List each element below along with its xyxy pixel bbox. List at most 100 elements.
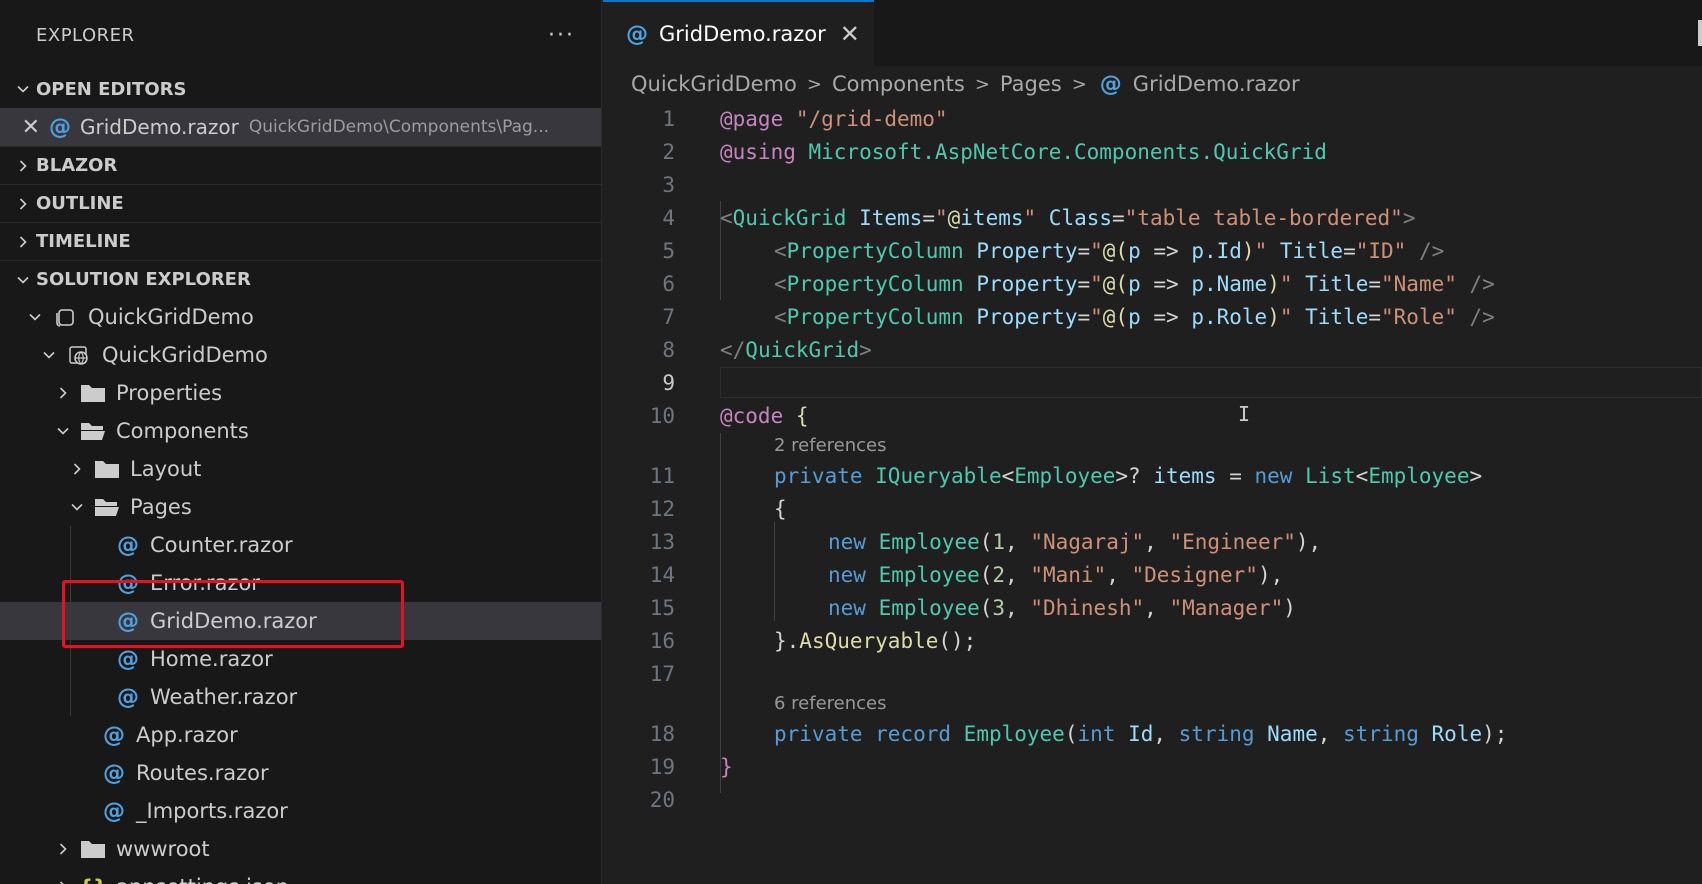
tab-griddemo[interactable]: @ GridDemo.razor ✕ (603, 0, 874, 66)
razor-file-icon: @ (1099, 71, 1122, 97)
tree-item-properties[interactable]: Properties (0, 374, 601, 412)
indent-guide (70, 526, 71, 564)
open-editor-path: QuickGridDemo\Components\Pag... (248, 117, 550, 137)
tree-item-home[interactable]: @ Home.razor (0, 640, 601, 678)
tab-label: GridDemo.razor (659, 22, 826, 46)
code-line: 2 @using Microsoft.AspNetCore.Components… (603, 135, 1702, 168)
chevron-right-icon (64, 461, 90, 477)
text-cursor-icon: I (1238, 402, 1251, 426)
code-line-current: 9 (603, 366, 1702, 399)
line-number: 16 (649, 628, 675, 653)
open-editor-filename: GridDemo.razor (80, 115, 239, 139)
folder-open-icon (76, 420, 110, 442)
code-line: 19 } (603, 750, 1702, 783)
section-outline-label: OUTLINE (36, 193, 124, 214)
tree-item-label: Layout (130, 457, 202, 481)
indent-guide (70, 678, 71, 716)
more-actions-icon[interactable]: ··· (548, 23, 575, 48)
tree-item-weather[interactable]: @ Weather.razor (0, 678, 601, 716)
chevron-down-icon (22, 309, 48, 325)
chevron-right-icon (50, 385, 76, 401)
code-line: 10 @code { (603, 399, 1702, 432)
split-editor-icon[interactable] (1698, 20, 1702, 46)
razor-file-icon: @ (49, 114, 71, 140)
code-editor[interactable]: 1 @page "/grid-demo" 2 @using Microsoft.… (603, 102, 1702, 816)
folder-icon (90, 458, 124, 480)
chevron-right-icon: > (1071, 73, 1087, 95)
folder-icon (76, 838, 110, 860)
line-number: 11 (649, 463, 675, 488)
explorer-title-bar: EXPLORER ··· (0, 0, 601, 70)
razor-file-icon: @ (103, 722, 125, 748)
open-editor-item[interactable]: ✕ @ GridDemo.razor QuickGridDemo\Compone… (0, 108, 601, 146)
code-line: 5 <PropertyColumn Property="@(p => p.Id)… (603, 234, 1702, 267)
folder-icon (76, 382, 110, 404)
code-line: 17 (603, 657, 1702, 690)
web-project-icon (62, 343, 96, 367)
chevron-down-icon (64, 499, 90, 515)
explorer-sidebar: EXPLORER ··· OPEN EDITORS ✕ @ GridDemo.r… (0, 0, 602, 884)
section-timeline[interactable]: TIMELINE (0, 222, 601, 260)
indent-guide (70, 564, 71, 602)
tree-item-error[interactable]: @ Error.razor (0, 564, 601, 602)
tree-item-label: Counter.razor (150, 533, 293, 557)
tree-item-counter[interactable]: @ Counter.razor (0, 526, 601, 564)
code-line: 7 <PropertyColumn Property="@(p => p.Rol… (603, 300, 1702, 333)
line-number: 3 (662, 172, 675, 197)
tree-item-imports[interactable]: @ _Imports.razor (0, 792, 601, 830)
tree-item-label: QuickGridDemo (102, 343, 268, 367)
close-editor-icon[interactable]: ✕ (12, 115, 46, 140)
line-number: 8 (662, 337, 675, 362)
chevron-right-icon (10, 158, 36, 174)
breadcrumb-item[interactable]: Components (832, 72, 965, 96)
tree-item-solution[interactable]: QuickGridDemo (0, 298, 601, 336)
code-line: 1 @page "/grid-demo" (603, 102, 1702, 135)
code-line: 3 (603, 168, 1702, 201)
codelens-references[interactable]: 6 references (603, 690, 1702, 717)
razor-file-icon: @ (117, 570, 139, 596)
chevron-right-icon (10, 196, 36, 212)
section-solution-explorer-label: SOLUTION EXPLORER (36, 269, 251, 290)
code-line: 4 <QuickGrid Items="@items" Class="table… (603, 201, 1702, 234)
tree-item-label: Home.razor (150, 647, 273, 671)
codelens-references[interactable]: 2 references (603, 432, 1702, 459)
section-outline[interactable]: OUTLINE (0, 184, 601, 222)
tree-item-pages[interactable]: Pages (0, 488, 601, 526)
close-tab-icon[interactable]: ✕ (840, 20, 860, 48)
explorer-title: EXPLORER (36, 24, 135, 46)
line-number: 13 (649, 529, 675, 554)
section-blazor[interactable]: BLAZOR (0, 146, 601, 184)
breadcrumb-item[interactable]: GridDemo.razor (1133, 72, 1300, 96)
section-blazor-label: BLAZOR (36, 155, 118, 176)
section-solution-explorer[interactable]: SOLUTION EXPLORER (0, 260, 601, 298)
breadcrumb: QuickGridDemo > Components > Pages > @ G… (603, 66, 1702, 102)
line-number: 1 (662, 106, 675, 131)
tree-item-layout[interactable]: Layout (0, 450, 601, 488)
chevron-down-icon (10, 272, 36, 288)
razor-file-icon: @ (103, 760, 125, 786)
tree-item-components[interactable]: Components (0, 412, 601, 450)
tree-item-label: GridDemo.razor (150, 609, 317, 633)
code-line: 20 (603, 783, 1702, 816)
line-number: 12 (649, 496, 675, 521)
line-number: 14 (649, 562, 675, 587)
tree-item-routes[interactable]: @ Routes.razor (0, 754, 601, 792)
tree-item-appsettings[interactable]: {} appsettings.json (0, 868, 601, 884)
tree-item-project[interactable]: QuickGridDemo (0, 336, 601, 374)
section-timeline-label: TIMELINE (36, 231, 131, 252)
line-number: 7 (662, 304, 675, 329)
chevron-down-icon (10, 81, 36, 97)
breadcrumb-item[interactable]: QuickGridDemo (631, 72, 797, 96)
line-number: 18 (649, 721, 675, 746)
folder-open-icon (90, 496, 124, 518)
tree-item-app[interactable]: @ App.razor (0, 716, 601, 754)
json-file-icon: {} (76, 875, 110, 884)
tree-item-label: Pages (130, 495, 192, 519)
tree-item-griddemo[interactable]: @ GridDemo.razor (0, 602, 601, 640)
section-open-editors[interactable]: OPEN EDITORS (0, 70, 601, 108)
breadcrumb-item[interactable]: Pages (1000, 72, 1062, 96)
tree-item-label: wwwroot (116, 837, 210, 861)
razor-file-icon: @ (117, 532, 139, 558)
solution-icon (48, 306, 82, 328)
tree-item-wwwroot[interactable]: wwwroot (0, 830, 601, 868)
